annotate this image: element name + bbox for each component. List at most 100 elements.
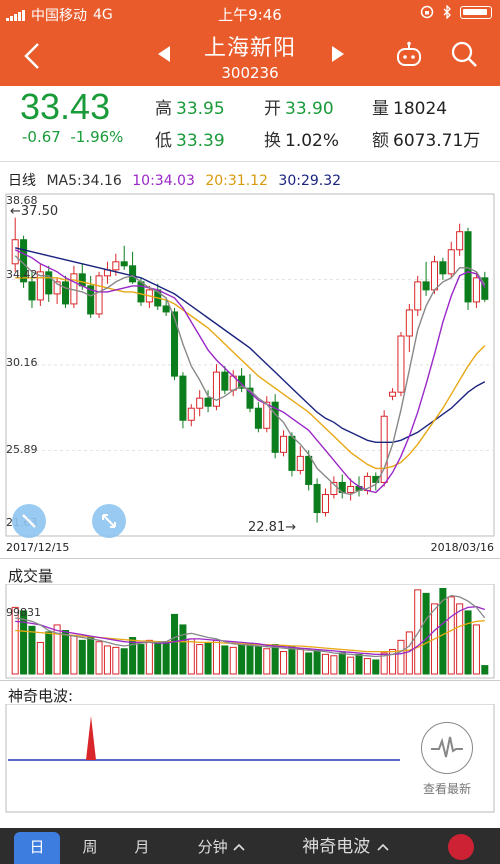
expand-button[interactable]	[92, 504, 126, 538]
candle-body	[95, 275, 103, 315]
volume-bar	[229, 646, 237, 675]
view-latest-label: 查看最新	[422, 782, 471, 796]
volume-bar	[254, 645, 262, 675]
candle-body	[179, 375, 187, 421]
period-label[interactable]: 日线	[8, 173, 36, 189]
volume-bar	[305, 652, 313, 675]
pencil-icon	[22, 514, 36, 528]
volume-max-label: 99831	[6, 606, 41, 619]
volume-bar	[187, 638, 195, 675]
divider	[0, 680, 500, 681]
volume-bar	[204, 641, 212, 675]
candle-body	[204, 397, 212, 407]
volume-bar	[464, 610, 472, 675]
stock-header: 上海新阳 300236	[0, 28, 500, 82]
volume-bar	[171, 613, 179, 675]
lock-rotation-icon	[420, 5, 434, 19]
candle-body	[61, 281, 70, 305]
robot-assistant-icon[interactable]	[394, 40, 424, 70]
tab-week[interactable]: 周	[70, 832, 110, 864]
volume-bar	[212, 639, 220, 675]
candle-body	[296, 455, 304, 471]
candle-body	[422, 281, 430, 291]
volume-bar	[355, 653, 363, 675]
volume-bar	[447, 596, 455, 675]
bluetooth-icon	[443, 5, 451, 19]
search-icon[interactable]	[448, 38, 480, 70]
tab-minute[interactable]: 分钟	[190, 832, 254, 864]
volume-bar	[313, 649, 321, 675]
high-price: 高 33.95	[155, 99, 225, 119]
candle-body	[171, 311, 179, 377]
view-latest-button[interactable]: 查看最新	[414, 722, 480, 800]
candle-body	[280, 435, 288, 453]
candle-body	[212, 371, 220, 407]
volume-bar	[321, 653, 329, 675]
volume-bar	[414, 589, 422, 675]
volume-bar	[263, 648, 271, 675]
volume-bar	[271, 644, 279, 675]
volume-bar	[221, 645, 229, 675]
candle-body	[137, 281, 145, 303]
volume-bar	[238, 644, 246, 675]
volume-bar	[296, 648, 304, 675]
volume-bar	[280, 651, 288, 675]
divider	[0, 558, 500, 559]
ma-legend: 日线 MA5:34.16 10:34.03 20:31.12 30:29.32	[8, 170, 347, 190]
volume-bar	[330, 655, 338, 675]
volume-bar	[36, 641, 44, 675]
volume-bar	[372, 659, 380, 675]
candle-body	[187, 407, 195, 421]
volume-chart[interactable]: 99831	[0, 583, 500, 680]
candle-body	[405, 309, 413, 337]
volume-value: 量 18024	[372, 99, 448, 119]
candle-body	[221, 371, 229, 391]
candle-body	[347, 485, 355, 493]
candle-body	[389, 391, 397, 397]
battery-icon	[460, 5, 492, 19]
magic-wave-spike	[86, 716, 96, 760]
volume-bar	[472, 624, 480, 675]
favorite-button[interactable]	[448, 834, 474, 860]
volume-bar	[246, 642, 254, 675]
volume-title: 成交量	[8, 567, 54, 585]
volume-bar	[145, 639, 153, 675]
candle-body	[456, 231, 464, 251]
chevron-up-icon	[377, 843, 389, 851]
volume-bar	[397, 639, 405, 675]
candle-body	[120, 261, 128, 267]
volume-bar	[288, 645, 296, 675]
candle-body	[313, 483, 321, 514]
date-end: 2018/03/16	[430, 541, 494, 554]
tab-month[interactable]: 月	[122, 832, 162, 864]
tab-magic-wave[interactable]: 神奇电波	[286, 832, 406, 864]
candle-body	[112, 261, 120, 271]
volume-bar	[162, 641, 170, 675]
tab-day[interactable]: 日	[14, 832, 60, 864]
magic-wave-title: 神奇电波:	[8, 687, 74, 705]
low-marker: 22.81→	[248, 520, 297, 535]
top-bar: 中国移动 4G 上午9:46 上海新阳 300236	[0, 0, 500, 86]
draw-tool-button[interactable]	[12, 504, 46, 538]
volume-bar	[405, 631, 413, 675]
y-label-3: 30.16	[6, 356, 38, 369]
volume-bar	[363, 658, 371, 675]
volume-bar	[120, 648, 128, 675]
candle-body	[11, 239, 19, 265]
high-marker: ←37.50	[10, 204, 59, 219]
bottom-tab-bar: 日 周 月 分钟 神奇电波	[0, 828, 500, 864]
next-stock-icon[interactable]	[328, 42, 348, 66]
volume-bar	[481, 665, 489, 675]
pulse-icon	[431, 736, 463, 758]
kline-chart[interactable]: 38.68 34.42 30.16 25.89 21.63 ←37.50 22.…	[0, 192, 500, 542]
volume-bar	[196, 644, 204, 675]
status-bar: 中国移动 4G 上午9:46	[0, 0, 500, 28]
volume-svg	[5, 583, 495, 679]
candle-body	[28, 281, 36, 301]
volume-bar	[87, 637, 95, 675]
volume-bar	[70, 634, 78, 675]
candle-body	[464, 231, 472, 303]
volume-bar	[137, 644, 145, 675]
candle-body	[78, 273, 86, 287]
candle-body	[397, 335, 405, 393]
